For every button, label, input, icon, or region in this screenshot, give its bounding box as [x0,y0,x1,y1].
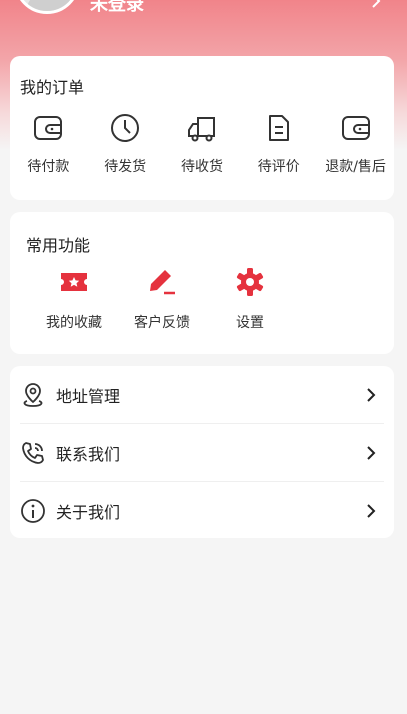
chevron-right-icon [367,446,376,460]
order-item-label: 待付款 [27,159,70,175]
order-status-row: 待付款 待发货 待收货 待评价 退款/售后 [10,112,394,176]
function-label: 我的收藏 [46,315,102,331]
truck-icon [187,117,215,142]
avatar[interactable] [14,0,80,14]
order-pending-payment[interactable]: 待付款 [10,112,87,176]
menu-item-label: 联系我们 [56,445,121,464]
menu-item-address[interactable]: 地址管理 [10,366,394,424]
order-item-label: 待收货 [180,159,223,175]
location-pin-icon [23,383,43,407]
orders-card: 我的订单 待付款 待发货 待收货 待评价 退款/售后 [10,56,394,200]
info-icon [21,499,45,523]
menu-item-about[interactable]: 关于我们 [10,482,394,540]
order-refund-aftersales[interactable]: 退款/售后 [317,112,394,176]
settings-button[interactable]: 设置 [206,266,294,332]
document-icon [268,115,289,141]
menu-item-label: 地址管理 [56,387,121,406]
function-label: 客户反馈 [134,315,190,331]
wallet-icon [341,116,370,140]
feedback-button[interactable]: 客户反馈 [118,266,206,332]
functions-title: 常用功能 [26,236,91,255]
menu-card: 地址管理 联系我们 关于我们 [10,366,394,538]
username[interactable]: 未登录 [90,0,144,16]
ticket-star-icon [61,273,87,291]
clock-icon [111,114,140,142]
order-pending-receipt[interactable]: 待收货 [164,112,241,176]
order-item-label: 退款/售后 [325,159,386,175]
functions-row: 我的收藏 客户反馈 设置 [30,266,294,332]
functions-card: 常用功能 我的收藏 客户反馈 设置 [10,212,394,354]
order-pending-review[interactable]: 待评价 [240,112,317,176]
gear-icon [236,268,264,296]
phone-icon [22,442,44,464]
pencil-icon [150,270,175,295]
order-item-label: 待发货 [104,159,147,175]
menu-item-contact[interactable]: 联系我们 [10,424,394,482]
orders-title: 我的订单 [20,78,85,97]
order-pending-shipment[interactable]: 待发货 [87,112,164,176]
favorites-button[interactable]: 我的收藏 [30,266,118,332]
chevron-right-icon [367,388,376,402]
order-item-label: 待评价 [257,159,300,175]
chevron-right-icon[interactable] [369,0,383,8]
function-label: 设置 [236,315,264,331]
chevron-right-icon [367,504,376,518]
menu-item-label: 关于我们 [56,503,121,522]
wallet-icon [34,116,63,140]
